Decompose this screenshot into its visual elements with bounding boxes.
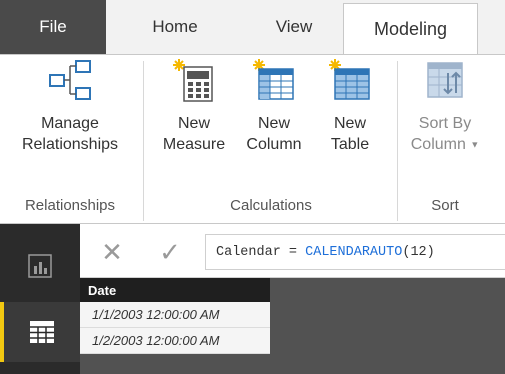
bar-chart-icon <box>28 254 52 278</box>
tab-file[interactable]: File <box>0 0 106 54</box>
ribbon-panel: Manage Relationships Relationships New M… <box>0 54 505 224</box>
table-row[interactable]: 1/2/2003 12:00:00 AM <box>80 328 270 354</box>
chevron-down-icon: ▼ <box>470 139 480 150</box>
data-grid-area: Date 1/1/2003 12:00:00 AM 1/2/2003 12:00… <box>80 278 505 374</box>
ribbon-tab-bar: File Home View Modeling <box>0 0 505 55</box>
manage-relationships-button[interactable]: Manage Relationships <box>0 57 140 155</box>
formula-function: CALENDARAUTO <box>305 244 403 260</box>
group-divider <box>397 61 398 221</box>
sort-icon <box>427 62 463 98</box>
new-table-label-1: New <box>333 115 366 132</box>
group-calculations: New Measure New Column New Table Calcula… <box>148 55 394 225</box>
group-label-relationships: Relationships <box>24 197 116 214</box>
manage-relationships-label-1: Manage <box>41 115 99 132</box>
new-table-label-2: Table <box>330 136 370 153</box>
checkmark-icon: ✓ <box>159 236 181 267</box>
manage-relationships-label-2: Relationships <box>21 136 119 153</box>
data-table: Date 1/1/2003 12:00:00 AM 1/2/2003 12:00… <box>80 278 270 354</box>
sort-by-column-label-text: Column <box>410 136 466 153</box>
tab-home[interactable]: Home <box>133 0 217 54</box>
new-column-icon <box>253 59 294 100</box>
new-table-icon <box>329 59 370 100</box>
group-sort: Sort By Column ▼ Sort <box>401 55 489 225</box>
new-measure-button[interactable]: New Measure <box>152 57 236 155</box>
calculator-icon <box>173 59 213 102</box>
cancel-formula-button[interactable]: ✕ <box>92 234 132 270</box>
new-column-label-2: Column <box>246 136 302 153</box>
tab-modeling[interactable]: Modeling <box>343 3 478 55</box>
formula-input[interactable]: Calendar = CALENDARAUTO (12) <box>205 234 505 270</box>
table-grid-icon <box>30 321 54 343</box>
view-switcher-rail <box>0 224 80 374</box>
relationships-icon <box>49 60 91 100</box>
formula-bar: ✕ ✓ Calendar = CALENDARAUTO (12) <box>80 224 505 278</box>
report-view-button[interactable] <box>0 236 80 296</box>
group-label-calculations: Calculations <box>230 197 312 214</box>
group-relationships: Manage Relationships Relationships <box>0 55 140 225</box>
sort-by-column-button[interactable]: Sort By Column ▼ <box>401 57 489 155</box>
formula-prefix: Calendar = <box>216 244 306 260</box>
formula-args: (12) <box>402 244 435 260</box>
group-divider <box>143 61 144 221</box>
tab-view[interactable]: View <box>250 0 338 54</box>
table-row[interactable]: 1/1/2003 12:00:00 AM <box>80 302 270 328</box>
new-table-button[interactable]: New Table <box>312 57 388 155</box>
commit-formula-button[interactable]: ✓ <box>150 234 190 270</box>
column-header-date[interactable]: Date <box>80 278 270 302</box>
sort-by-column-label-1: Sort By <box>418 115 472 132</box>
new-measure-label-1: New <box>177 115 210 132</box>
group-label-sort: Sort <box>431 197 459 214</box>
new-column-label-1: New <box>257 115 290 132</box>
sort-by-column-label-2: Column ▼ <box>411 134 480 155</box>
close-icon: ✕ <box>101 236 123 267</box>
new-measure-label-2: Measure <box>162 136 226 153</box>
data-view-button[interactable] <box>0 302 80 362</box>
new-column-button[interactable]: New Column <box>236 57 312 155</box>
